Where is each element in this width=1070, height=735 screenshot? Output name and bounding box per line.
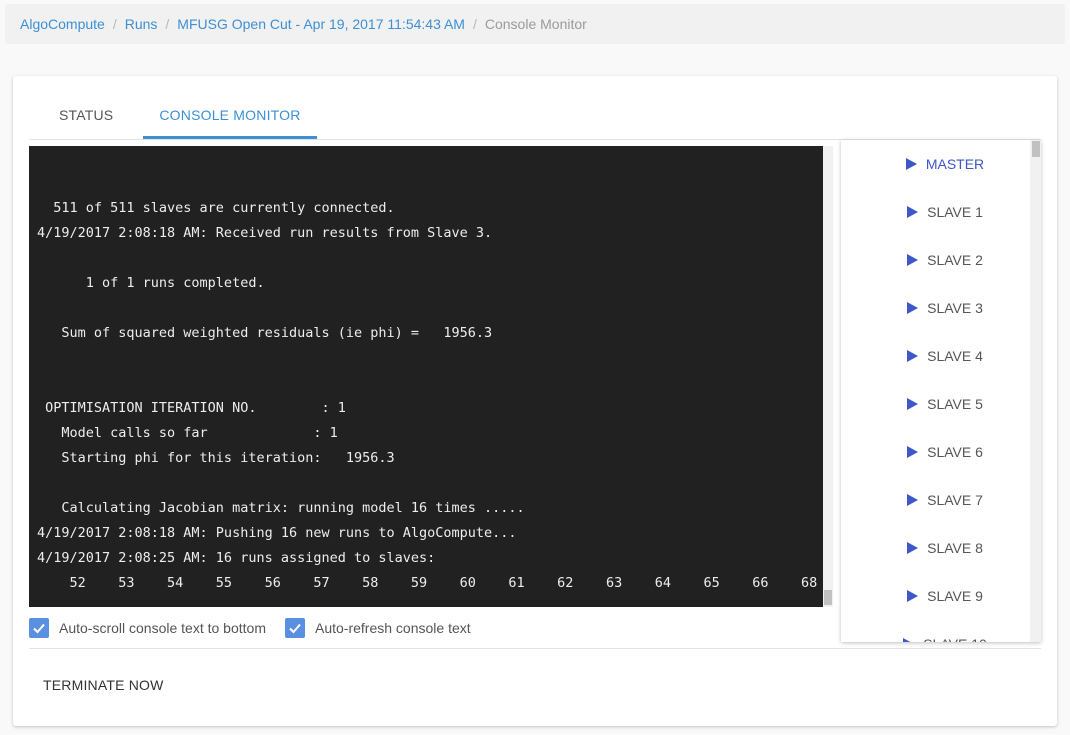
checkbox-checked-icon[interactable] [285, 618, 305, 638]
slave-item-slave-4[interactable]: SLAVE 4 [845, 332, 1041, 380]
bottom-divider [29, 648, 1041, 649]
tab-console-monitor[interactable]: CONSOLE MONITOR [143, 96, 317, 139]
play-arrow-icon [907, 254, 919, 266]
breadcrumb-separator: / [165, 16, 170, 32]
console-output[interactable]: 511 of 511 slaves are currently connecte… [29, 146, 823, 607]
breadcrumb-separator: / [112, 16, 117, 32]
play-arrow-icon [907, 494, 919, 506]
slave-item-slave-6[interactable]: SLAVE 6 [845, 428, 1041, 476]
slave-item-slave-1[interactable]: SLAVE 1 [845, 188, 1041, 236]
slave-item-master[interactable]: MASTER [845, 140, 1041, 188]
play-arrow-icon [907, 350, 919, 362]
auto-refresh-checkbox[interactable]: Auto-refresh console text [285, 618, 471, 638]
play-arrow-icon [907, 398, 919, 410]
slave-item-label: SLAVE 3 [927, 300, 983, 316]
console-options: Auto-scroll console text to bottom Auto-… [29, 617, 490, 639]
play-arrow-icon [905, 158, 917, 170]
slave-list[interactable]: MASTER SLAVE 1 SLAVE 2 SLAVE 3 SLAVE 4 SLAVE … [841, 140, 1041, 642]
slave-item-label: SLAVE 1 [927, 204, 983, 220]
slave-item-slave-7[interactable]: SLAVE 7 [845, 476, 1041, 524]
play-arrow-icon [907, 302, 919, 314]
slave-item-label: SLAVE 5 [927, 396, 983, 412]
auto-scroll-checkbox[interactable]: Auto-scroll console text to bottom [29, 618, 266, 638]
breadcrumb-separator: / [472, 16, 477, 32]
terminate-now-button[interactable]: TERMINATE NOW [33, 670, 174, 700]
play-arrow-icon [907, 542, 919, 554]
console-monitor-card: STATUS CONSOLE MONITOR 511 of 511 slaves… [13, 76, 1057, 726]
breadcrumb-link-runs[interactable]: Runs [125, 16, 158, 32]
slave-item-label: SLAVE 10 [923, 636, 987, 642]
play-arrow-icon [907, 446, 919, 458]
slave-item-slave-8[interactable]: SLAVE 8 [845, 524, 1041, 572]
breadcrumb: AlgoCompute / Runs / MFUSG Open Cut - Ap… [5, 4, 1065, 44]
console-scrollbar[interactable] [823, 146, 833, 607]
play-arrow-icon [903, 638, 915, 642]
slave-item-label: MASTER [925, 156, 985, 172]
console-scrollbar-thumb[interactable] [824, 590, 832, 605]
slave-item-label: SLAVE 7 [927, 492, 983, 508]
slave-item-slave-2[interactable]: SLAVE 2 [845, 236, 1041, 284]
slave-item-label: SLAVE 2 [927, 252, 983, 268]
slave-list-scrollbar-thumb[interactable] [1032, 141, 1040, 157]
tab-bar: STATUS CONSOLE MONITOR [29, 96, 317, 139]
slave-item-slave-10[interactable]: SLAVE 10 [845, 620, 1041, 642]
slave-item-label: SLAVE 4 [927, 348, 983, 364]
auto-refresh-label: Auto-refresh console text [315, 620, 471, 636]
console-text: 511 of 511 slaves are currently connecte… [37, 200, 818, 591]
slave-item-slave-3[interactable]: SLAVE 3 [845, 284, 1041, 332]
play-arrow-icon [907, 590, 919, 602]
play-arrow-icon [907, 206, 919, 218]
slave-item-slave-5[interactable]: SLAVE 5 [845, 380, 1041, 428]
slave-item-slave-9[interactable]: SLAVE 9 [845, 572, 1041, 620]
breadcrumb-current: Console Monitor [484, 16, 587, 32]
auto-scroll-label: Auto-scroll console text to bottom [59, 620, 266, 636]
breadcrumb-link-run[interactable]: MFUSG Open Cut - Apr 19, 2017 11:54:43 A… [177, 16, 465, 32]
slave-list-scrollbar[interactable] [1030, 140, 1041, 642]
slave-item-label: SLAVE 6 [927, 444, 983, 460]
checkbox-checked-icon[interactable] [29, 618, 49, 638]
tab-status[interactable]: STATUS [29, 96, 143, 139]
slave-item-label: SLAVE 8 [927, 540, 983, 556]
slave-item-label: SLAVE 9 [927, 588, 983, 604]
breadcrumb-link-algocompute[interactable]: AlgoCompute [20, 16, 105, 32]
